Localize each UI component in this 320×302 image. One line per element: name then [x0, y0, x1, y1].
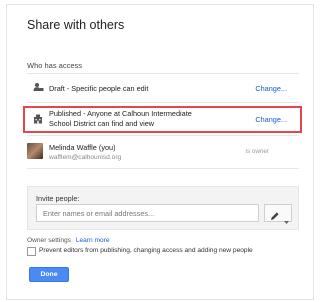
learn-more-link[interactable]: Learn more — [76, 237, 110, 244]
owner-info: Melinda Waffle (you) wafflem@calhounisd.… — [49, 143, 121, 163]
prevent-editors-checkbox[interactable] — [27, 247, 36, 256]
owner-settings-label: Owner settings — [27, 237, 71, 244]
invite-input[interactable] — [36, 204, 259, 222]
access-row-text: Draft - Specific people can edit — [49, 84, 149, 93]
access-row-draft: Draft - Specific people can edit Change.… — [27, 74, 299, 102]
dialog-title: Share with others — [27, 18, 125, 32]
change-link-draft[interactable]: Change... — [255, 84, 287, 93]
done-button[interactable]: Done — [29, 267, 69, 282]
invite-label: Invite people: — [36, 194, 80, 203]
who-has-access-label: Who has access — [27, 61, 83, 70]
pencil-icon — [270, 208, 280, 226]
owner-email: wafflem@calhounisd.org — [49, 154, 122, 161]
owner-role-label: is owner — [245, 148, 269, 155]
prevent-editors-label: Prevent editors from publishing, changin… — [39, 247, 253, 254]
invite-panel: Invite people: — [27, 186, 299, 230]
share-dialog: Share with others Who has access Draft -… — [6, 4, 314, 300]
access-row-owner: Melinda Waffle (you) wafflem@calhounisd.… — [27, 139, 299, 167]
divider — [27, 168, 299, 169]
chevron-down-icon — [284, 212, 289, 230]
divider — [27, 102, 299, 103]
permission-dropdown[interactable] — [264, 204, 292, 224]
person-restricted-icon — [33, 82, 44, 94]
owner-settings: Owner settings Learn more — [27, 237, 110, 244]
avatar — [27, 143, 43, 159]
owner-name: Melinda Waffle (you) — [49, 143, 116, 152]
highlight-box — [23, 106, 302, 133]
divider — [27, 135, 299, 136]
